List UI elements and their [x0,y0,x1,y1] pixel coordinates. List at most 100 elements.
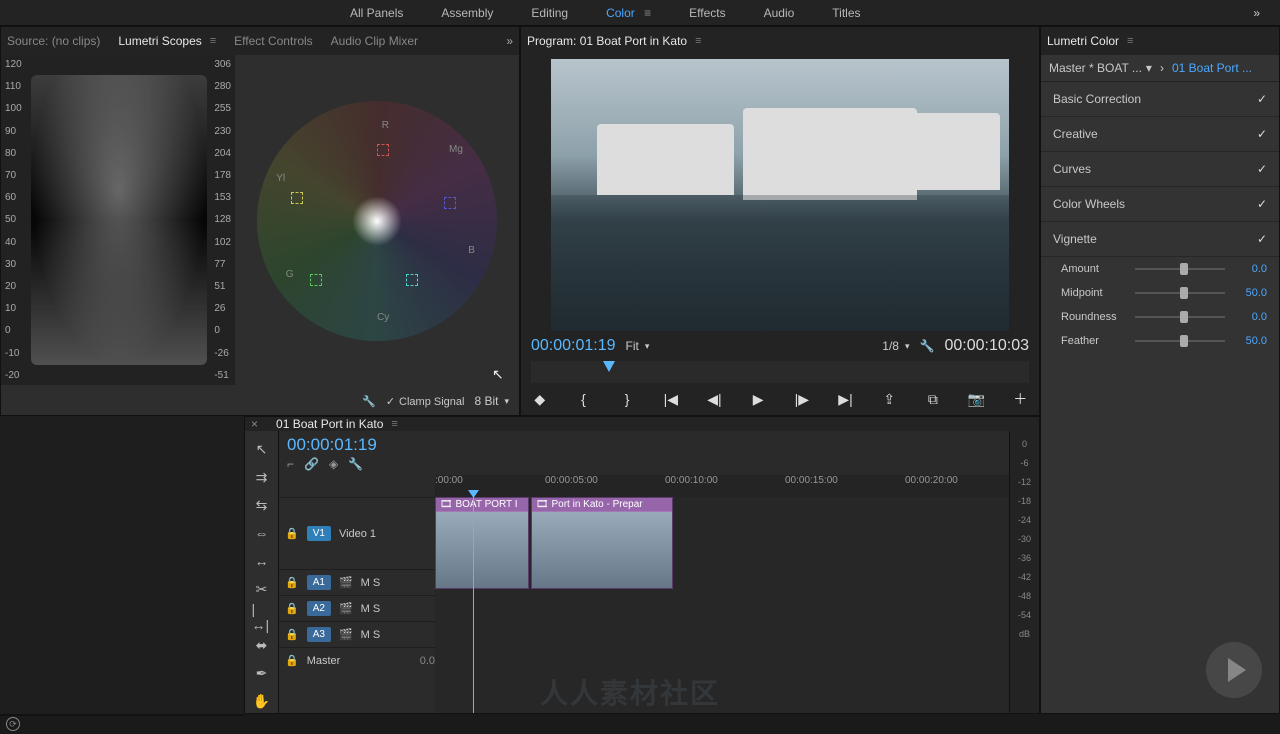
settings-icon[interactable]: 🔧 [348,457,363,471]
sequence-tab[interactable]: 01 Boat Port in Kato [276,417,383,431]
workspace-color[interactable]: Color ≡ [606,6,651,20]
workspace-assembly[interactable]: Assembly [441,6,493,20]
go-to-out-icon[interactable]: ▶| [837,391,855,407]
track-master-header[interactable]: 🔒Master0.0 [279,647,435,673]
lumetri-sequence-link[interactable]: 01 Boat Port ... [1172,61,1252,75]
tab-info[interactable]: Info [157,715,177,716]
bracket-out-icon[interactable]: } [618,391,636,407]
export-frame-icon[interactable]: 📷 [968,391,986,407]
check-icon[interactable]: ✓ [1257,127,1267,141]
workspace-editing[interactable]: Editing [531,6,568,20]
playhead[interactable] [473,497,474,714]
timeline-track-area[interactable]: 🎞 BOAT PORT I 🎞 Port in Kato - Prepar [435,497,1009,714]
mark-in-icon[interactable]: ◆ [531,391,549,407]
track-v1-header[interactable]: 🔒 V1 Video 1 [279,497,435,569]
workspace-overflow-button[interactable]: » [1253,6,1260,20]
slip-tool-icon[interactable]: |↔| [252,607,272,627]
section-curves[interactable]: Curves✓ [1041,152,1279,187]
linked-selection-icon[interactable]: 🔗 [304,457,319,471]
track-a2-header[interactable]: 🔒A2🎬M S [279,595,435,621]
timeline-timecode[interactable]: 00:00:01:19 [287,435,377,455]
play-icon[interactable]: ▶ [749,391,767,407]
section-creative[interactable]: Creative✓ [1041,117,1279,152]
hamburger-icon[interactable]: ≡ [695,35,701,47]
lock-icon[interactable]: 🔒 [285,628,299,641]
lift-icon[interactable]: ⇪ [880,391,898,407]
tab-lumetri-color[interactable]: Lumetri Color [1047,34,1119,48]
tab-overflow-button[interactable]: » [506,34,513,48]
program-timecode-current[interactable]: 00:00:01:19 [531,337,616,355]
track-a3-header[interactable]: 🔒A3🎬M S [279,621,435,647]
button-editor-icon[interactable]: ＋ [1011,391,1029,407]
lock-icon[interactable]: 🔒 [285,527,299,540]
tab-media-browser[interactable]: a Browser [7,715,61,716]
tab-libraries[interactable]: Libraries [79,715,125,716]
wrench-icon[interactable]: 🔧 [920,339,935,353]
bracket-in-icon[interactable]: { [575,391,593,407]
slider-roundness[interactable]: Roundness0.0 [1041,305,1279,329]
chevron-down-icon[interactable]: ▾ [1146,61,1152,75]
slider-midpoint[interactable]: Midpoint50.0 [1041,281,1279,305]
sync-status-icon[interactable]: ⟳ [6,717,20,731]
ripple-edit-tool-icon[interactable]: ⇆ [252,495,272,515]
step-forward-icon[interactable]: |▶ [793,391,811,407]
razor-tool-icon[interactable]: ✂ [252,579,272,599]
bit-depth-select[interactable]: 8 Bit [474,394,509,408]
program-mini-timeline[interactable] [531,361,1029,383]
tab-audio-clip-mixer[interactable]: Audio Clip Mixer [331,34,418,48]
program-timecode-duration: 00:00:10:03 [944,337,1029,355]
resolution-select[interactable]: 1/8 [882,339,909,353]
step-back-icon[interactable]: ◀| [706,391,724,407]
wrench-icon[interactable]: 🔧 [362,395,376,408]
tab-effect-controls[interactable]: Effect Controls [234,34,312,48]
track-select-tool-icon[interactable]: ⇉ [252,467,272,487]
check-icon[interactable]: ✓ [1257,197,1267,211]
program-video-frame[interactable] [551,59,1009,331]
go-to-in-icon[interactable]: |◀ [662,391,680,407]
workspace-all-panels[interactable]: All Panels [350,6,403,20]
workspace-titles[interactable]: Titles [832,6,860,20]
check-icon[interactable]: ✓ [1257,162,1267,176]
rolling-edit-tool-icon[interactable]: ⇔ [252,523,272,543]
slider-amount[interactable]: Amount0.0 [1041,257,1279,281]
marker-icon[interactable]: ◈ [329,457,338,471]
extract-icon[interactable]: ⧉ [924,391,942,407]
lock-icon[interactable]: 🔒 [285,654,299,667]
section-vignette[interactable]: Vignette✓ [1041,222,1279,257]
vectorscope: R Mg B Cy G Yl [235,55,519,387]
section-basic-correction[interactable]: Basic Correction✓ [1041,82,1279,117]
rate-stretch-tool-icon[interactable]: ↔ [252,551,272,571]
workspace-audio[interactable]: Audio [764,6,795,20]
section-color-wheels[interactable]: Color Wheels✓ [1041,187,1279,222]
clip-boat-port[interactable]: 🎞 BOAT PORT I [435,497,529,589]
lumetri-master-clip[interactable]: Master * BOAT ... [1049,61,1142,75]
program-tab[interactable]: Program: 01 Boat Port in Kato [527,34,687,48]
close-tab-icon[interactable]: × [251,417,258,431]
slider-feather[interactable]: Feather50.0 [1041,329,1279,353]
check-icon[interactable]: ✓ [1257,232,1267,246]
check-icon[interactable]: ✓ [1257,92,1267,106]
zoom-fit-select[interactable]: Fit [626,339,650,353]
hamburger-icon[interactable]: ≡ [210,35,216,47]
hamburger-icon[interactable]: ≡ [641,6,651,20]
slide-tool-icon[interactable]: ⬌ [252,635,272,655]
lock-icon[interactable]: 🔒 [285,576,299,589]
hand-tool-icon[interactable]: ✋ [252,691,272,711]
workspace-effects[interactable]: Effects [689,6,725,20]
pen-tool-icon[interactable]: ✒ [252,663,272,683]
tab-lumetri-scopes[interactable]: Lumetri Scopes [118,34,201,48]
track-a1-header[interactable]: 🔒A1🎬M S [279,569,435,595]
clamp-signal-toggle[interactable]: Clamp Signal [386,395,465,408]
lock-icon[interactable]: 🔒 [285,602,299,615]
hamburger-icon[interactable]: ≡ [391,418,397,430]
snap-icon[interactable]: ⌐ [287,457,294,471]
big-play-overlay-icon[interactable] [1206,642,1262,698]
source-panel: Source: (no clips) Lumetri Scopes ≡ Effec… [0,26,520,416]
timeline-ruler[interactable]: :00:00 00:00:05:00 00:00:10:00 00:00:15:… [435,475,1009,497]
tab-source[interactable]: Source: (no clips) [7,34,100,48]
clip-port-in-kato[interactable]: 🎞 Port in Kato - Prepar [531,497,673,589]
selection-tool-icon[interactable]: ↖ [252,439,272,459]
hamburger-icon[interactable]: ≡ [1127,35,1133,47]
tab-overflow-button[interactable]: » [230,715,237,716]
app-status-bar: ⟳ [0,714,1280,734]
